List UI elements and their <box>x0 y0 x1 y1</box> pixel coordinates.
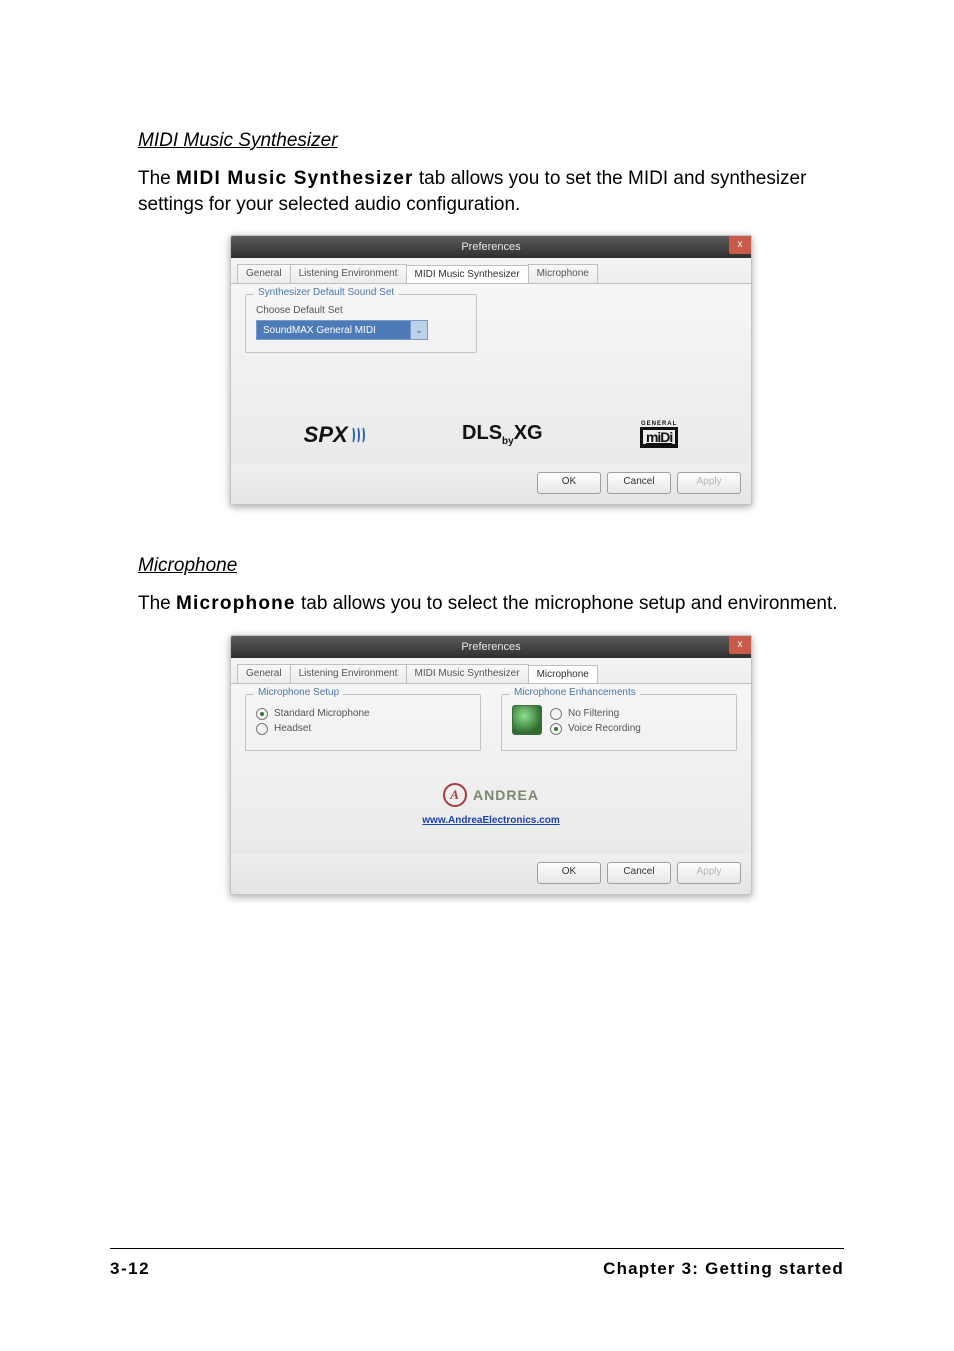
panel: Synthesizer Default Sound Set Choose Def… <box>231 283 751 464</box>
spx-text: SPX <box>304 422 348 448</box>
default-set-dropdown[interactable]: SoundMAX General MIDI ⌄ <box>256 320 428 340</box>
close-icon[interactable]: x <box>729 236 751 254</box>
option-label: Voice Recording <box>568 723 641 734</box>
andrea-branding: A ANDREA www.AndreaElectronics.com <box>245 783 737 826</box>
titlebar: Preferences x <box>231 636 751 658</box>
page-footer: 3-12 Chapter 3: Getting started <box>110 1248 844 1279</box>
tab-listening-environment[interactable]: Listening Environment <box>290 664 407 683</box>
option-label: Standard Microphone <box>274 708 370 719</box>
option-label: No Filtering <box>568 708 619 719</box>
tab-listening-environment[interactable]: Listening Environment <box>290 264 407 283</box>
dls-by-xg-logo: DLSbyXG <box>462 422 543 447</box>
tab-microphone[interactable]: Microphone <box>528 665 598 684</box>
option-label: Headset <box>274 723 311 734</box>
close-icon[interactable]: x <box>729 636 751 654</box>
page-number: 3-12 <box>110 1259 150 1279</box>
midi-heading: MIDI Music Synthesizer <box>138 130 844 152</box>
dialog-title: Preferences <box>461 241 520 253</box>
apply-button[interactable]: Apply <box>677 472 741 494</box>
cancel-button[interactable]: Cancel <box>607 862 671 884</box>
microphone-setup-group: Microphone Setup Standard Microphone Hea… <box>245 694 481 751</box>
synth-default-sound-set-group: Synthesizer Default Sound Set Choose Def… <box>245 294 477 353</box>
microphone-enhancements-group: Microphone Enhancements No Filtering Voi… <box>501 694 737 751</box>
titlebar: Preferences x <box>231 236 751 258</box>
tab-midi-synthesizer[interactable]: MIDI Music Synthesizer <box>406 664 529 683</box>
sound-waves-icon <box>350 426 365 444</box>
radio-icon <box>256 708 268 720</box>
ok-button[interactable]: OK <box>537 862 601 884</box>
radio-icon <box>256 723 268 735</box>
tab-general[interactable]: General <box>237 264 291 283</box>
group-legend: Microphone Setup <box>254 687 343 698</box>
cancel-button[interactable]: Cancel <box>607 472 671 494</box>
andrea-text: ANDREA <box>473 787 539 803</box>
microphone-paragraph: The Microphone tab allows you to select … <box>138 591 844 617</box>
tab-microphone[interactable]: Microphone <box>528 264 598 283</box>
apply-button[interactable]: Apply <box>677 862 741 884</box>
microphone-icon <box>512 705 542 735</box>
page: MIDI Music Synthesizer The MIDI Music Sy… <box>0 0 954 1351</box>
choose-default-set-label: Choose Default Set <box>256 305 466 316</box>
tab-row: General Listening Environment MIDI Music… <box>231 258 751 283</box>
text: The <box>138 168 176 189</box>
radio-icon <box>550 723 562 735</box>
chevron-down-icon[interactable]: ⌄ <box>410 321 427 339</box>
headset-option[interactable]: Headset <box>256 723 470 735</box>
andrea-link[interactable]: www.AndreaElectronics.com <box>245 815 737 826</box>
dialog-title: Preferences <box>461 641 520 653</box>
text-bold: Microphone <box>176 593 296 614</box>
text: The <box>138 593 176 614</box>
andrea-a-icon: A <box>443 783 467 807</box>
group-legend: Synthesizer Default Sound Set <box>254 287 398 298</box>
dls-text: DLS <box>462 422 502 444</box>
two-column: Microphone Setup Standard Microphone Hea… <box>245 694 737 761</box>
xg-text: XG <box>514 422 543 444</box>
midi-text: miDi <box>640 427 678 448</box>
dropdown-value: SoundMAX General MIDI <box>257 325 410 336</box>
voice-recording-option[interactable]: Voice Recording <box>550 723 726 735</box>
spx-logo: SPX <box>304 422 365 448</box>
ok-button[interactable]: OK <box>537 472 601 494</box>
tab-midi-synthesizer[interactable]: MIDI Music Synthesizer <box>406 265 529 284</box>
preferences-dialog-microphone: Preferences x General Listening Environm… <box>230 635 752 895</box>
andrea-logo: A ANDREA <box>443 783 539 807</box>
panel: Microphone Setup Standard Microphone Hea… <box>231 683 751 854</box>
text-bold: MIDI Music Synthesizer <box>176 168 414 189</box>
no-filtering-option[interactable]: No Filtering <box>550 708 726 720</box>
general-midi-logo: GENERAL miDi <box>640 421 678 448</box>
midi-paragraph: The MIDI Music Synthesizer tab allows yo… <box>138 166 844 217</box>
button-bar: OK Cancel Apply <box>231 854 751 894</box>
radio-icon <box>550 708 562 720</box>
text: tab allows you to select the microphone … <box>296 593 838 614</box>
group-legend: Microphone Enhancements <box>510 687 640 698</box>
standard-microphone-option[interactable]: Standard Microphone <box>256 708 470 720</box>
button-bar: OK Cancel Apply <box>231 464 751 504</box>
preferences-dialog-midi: Preferences x General Listening Environm… <box>230 235 752 505</box>
chapter-title: Chapter 3: Getting started <box>603 1259 844 1279</box>
tab-row: General Listening Environment MIDI Music… <box>231 658 751 683</box>
logo-row: SPX DLSbyXG GENERAL miDi <box>245 403 737 454</box>
by-text: by <box>502 436 514 447</box>
microphone-heading: Microphone <box>138 555 844 577</box>
tab-general[interactable]: General <box>237 664 291 683</box>
